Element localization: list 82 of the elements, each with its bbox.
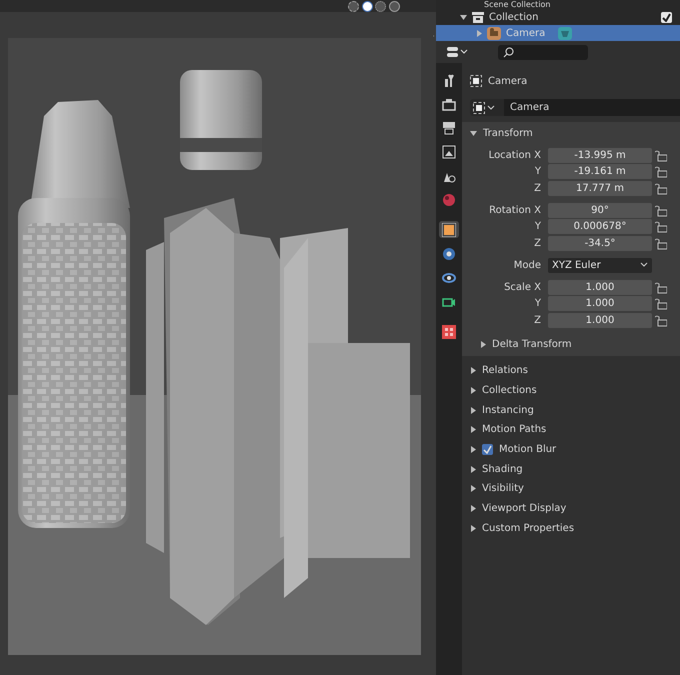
expand-triangle-icon[interactable] [470,426,476,434]
panel-header[interactable]: Relations [482,363,528,378]
object-name: Camera [488,74,528,88]
number-field[interactable]: -34.5° [548,236,652,250]
panel-header[interactable]: Shading [482,462,523,477]
unlocked-icon[interactable] [655,204,667,216]
unlocked-icon[interactable] [655,297,667,310]
expand-triangle-icon[interactable] [470,505,476,512]
object-tab[interactable] [439,221,459,238]
constraint-icon [442,270,456,284]
scene-collection-label[interactable]: Scene Collection [484,0,551,9]
unlocked-icon[interactable] [655,148,667,162]
field-label: Y [534,165,542,179]
camera-object-icon [487,26,501,40]
field-label: Z [533,314,542,328]
panel-header[interactable]: Collections [482,383,537,398]
unlocked-icon[interactable] [655,314,667,326]
shading-mode-button[interactable] [362,0,372,12]
unlocked-icon[interactable] [655,236,667,250]
number-field[interactable]: 1.000 [548,312,652,328]
number-field[interactable]: 1.000 [548,280,652,294]
texture-tab[interactable] [439,323,459,340]
panel-header[interactable]: Instancing [482,402,534,418]
checkmark-icon [483,445,492,454]
output-icon [442,120,456,134]
render-icon [442,96,456,110]
collection-icon [472,12,484,22]
editor-type-icon[interactable] [446,44,468,60]
unlocked-icon[interactable] [655,165,667,178]
field-label: Z [533,182,542,196]
expand-triangle-icon[interactable] [470,466,476,473]
expand-triangle-icon[interactable] [470,446,476,454]
search-icon [503,46,514,58]
expand-triangle-icon[interactable] [460,14,467,20]
number-field[interactable]: 90° [548,202,652,218]
field-label: Z [533,236,542,250]
collection-label[interactable]: Collection [489,10,538,24]
caret-icon [487,104,495,110]
include-checkbox[interactable] [661,12,672,22]
field-label: Location X [488,148,542,162]
number-field[interactable]: -19.161 m [548,164,652,179]
data-type-dropdown[interactable] [470,99,504,116]
panel-header[interactable]: Viewport Display [482,501,566,516]
subpanel-header[interactable]: Delta Transform [492,336,572,352]
panel-header[interactable]: Motion Paths [482,422,546,438]
number-field[interactable]: 17.777 m [548,180,652,196]
checkbox[interactable] [482,444,493,456]
field-label: Mode [512,258,542,272]
field-label: Y [534,297,542,311]
unlocked-icon[interactable] [655,182,667,194]
view-layer-icon [442,144,456,158]
panel-header[interactable]: Motion Blur [499,442,556,458]
checkmark-icon [662,12,671,22]
number-field[interactable]: 1.000 [548,296,652,311]
field-label: Scale X [503,280,542,294]
expand-triangle-icon[interactable] [470,406,476,414]
expand-triangle-icon[interactable] [470,485,476,492]
collapse-triangle-icon[interactable] [470,130,477,136]
world-icon [442,192,456,206]
expand-triangle-icon[interactable] [470,524,476,532]
unlocked-icon[interactable] [655,220,667,233]
physics-icon [442,246,456,260]
texture-icon [442,324,456,338]
expand-triangle-icon[interactable] [480,340,486,348]
object-icon [470,75,482,87]
expand-triangle-icon[interactable] [470,367,476,374]
mode-dropdown[interactable]: XYZ Euler [548,258,652,272]
data-name-field[interactable]: Camera [504,99,680,116]
object-icon [442,222,456,236]
field-label: Rotation X [488,204,542,218]
panel-header[interactable]: Transform [483,126,533,140]
field-label: Y [534,220,542,234]
number-field[interactable]: 0.000678° [548,219,652,234]
search-field[interactable] [498,44,588,60]
number-field[interactable]: -13.995 m [548,148,652,162]
expand-triangle-icon[interactable] [470,387,476,394]
caret-icon [640,262,648,268]
tool-icon [442,72,456,86]
object-icon [473,102,485,114]
panel-header[interactable]: Visibility [482,481,524,496]
panel-header[interactable]: Custom Properties [482,520,574,536]
unlocked-icon[interactable] [655,280,667,294]
